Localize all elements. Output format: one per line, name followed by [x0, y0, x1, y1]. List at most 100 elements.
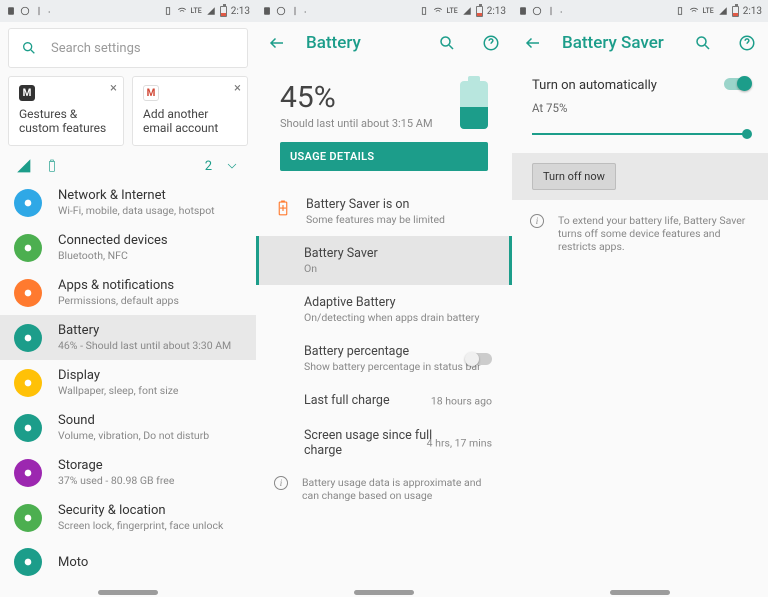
category-icon [14, 414, 42, 442]
help-button[interactable] [482, 34, 500, 52]
arrow-back-icon [268, 34, 286, 52]
auto-label: Turn on automatically [532, 78, 748, 93]
suggestion-gestures[interactable]: × M Gestures & custom features [8, 76, 124, 146]
status-bar: ⸱ LTE 2:13 [0, 0, 256, 22]
info-text: To extend your battery life, Battery Sav… [558, 214, 750, 253]
condition-row[interactable]: 2 [0, 154, 256, 180]
settings-screen: ⸱ LTE 2:13 Search settings × M Gestures … [0, 0, 256, 597]
notice-title: Battery Saver is on [306, 197, 445, 212]
category-icon [14, 234, 42, 262]
last-full-charge-row: Last full charge 18 hours ago [256, 383, 512, 418]
item-sub: Screen lock, fingerprint, face unlock [58, 519, 223, 532]
category-icon [14, 279, 42, 307]
close-icon[interactable]: × [234, 81, 241, 96]
category-icon [14, 369, 42, 397]
suggestion-label: Add another email account [143, 107, 237, 135]
vibrate-icon [163, 6, 173, 16]
item-sub: 37% used - 80.98 GB free [58, 474, 174, 487]
wifi-icon [177, 6, 187, 16]
nav-handle[interactable] [610, 590, 670, 595]
item-title: Sound [58, 413, 209, 428]
nav-handle[interactable] [98, 590, 158, 595]
settings-item-security-location[interactable]: Security & locationScreen lock, fingerpr… [0, 495, 256, 540]
settings-item-apps-notifications[interactable]: Apps & notificationsPermissions, default… [0, 270, 256, 315]
settings-item-battery[interactable]: Battery46% - Should last until about 3:3… [0, 315, 256, 360]
item-title: Battery [58, 323, 231, 338]
search-placeholder: Search settings [51, 41, 141, 56]
row-value: 4 hrs, 17 mins [427, 437, 492, 450]
battery-saver-icon [274, 197, 292, 219]
moto-logo-icon: M [19, 85, 35, 101]
signal-icon [206, 6, 216, 16]
turn-off-button[interactable]: Turn off now [532, 163, 616, 190]
battery-saver-row[interactable]: Battery Saver On [256, 236, 512, 285]
item-sub: Volume, vibration, Do not disturb [58, 429, 209, 442]
item-title: Display [58, 368, 178, 383]
row-title: Battery percentage [304, 344, 488, 359]
nav-handle[interactable] [354, 590, 414, 595]
back-button[interactable] [524, 34, 542, 52]
help-button[interactable] [738, 34, 756, 52]
sim-icon [6, 6, 16, 16]
whatsapp-icon [20, 6, 30, 16]
footer-text: Battery usage data is approximate and ca… [302, 476, 494, 502]
screen-usage-row: Screen usage since full charge 4 hrs, 17… [256, 418, 512, 468]
settings-item-sound[interactable]: SoundVolume, vibration, Do not disturb [0, 405, 256, 450]
battery-percentage-row[interactable]: Battery percentage Show battery percenta… [256, 334, 512, 383]
item-sub: Permissions, default apps [58, 294, 179, 307]
turnoff-bar: Turn off now [512, 153, 768, 200]
usage-details-button[interactable]: USAGE DETAILS [280, 142, 488, 171]
suggestion-label: Gestures & custom features [19, 107, 113, 135]
search-icon [21, 40, 37, 56]
search-button[interactable] [438, 34, 456, 52]
back-button[interactable] [268, 34, 286, 52]
row-sub: Show battery percentage in status bar [304, 360, 488, 373]
auto-toggle[interactable] [724, 78, 750, 90]
arrow-back-icon [524, 34, 542, 52]
suggestion-email[interactable]: × M Add another email account [132, 76, 248, 146]
help-icon [482, 34, 500, 52]
page-title: Battery [306, 33, 418, 53]
suggestion-row: × M Gestures & custom features × M Add a… [0, 76, 256, 154]
battery-estimate: Should last until about 3:15 AM [280, 117, 440, 130]
row-title: Battery Saver [304, 246, 485, 261]
battery-icon [220, 6, 227, 17]
close-icon[interactable]: × [110, 81, 117, 96]
saver-notice[interactable]: Battery Saver is on Some features may be… [256, 187, 512, 236]
settings-item-network-internet[interactable]: Network & InternetWi-Fi, mobile, data us… [0, 180, 256, 225]
clock: 2:13 [231, 6, 250, 17]
adaptive-battery-row[interactable]: Adaptive Battery On/detecting when apps … [256, 285, 512, 334]
condition-count: 2 [205, 159, 212, 174]
status-bar: ⸱ LTE 2:13 [512, 0, 768, 22]
threshold-slider[interactable] [532, 133, 748, 135]
settings-item-connected-devices[interactable]: Connected devicesBluetooth, NFC [0, 225, 256, 270]
item-title: Network & Internet [58, 188, 215, 203]
pin-icon [34, 6, 44, 16]
settings-item-storage[interactable]: Storage37% used - 80.98 GB free [0, 450, 256, 495]
row-value: 18 hours ago [431, 394, 492, 407]
notice-sub: Some features may be limited [306, 213, 445, 226]
search-button[interactable] [694, 34, 712, 52]
status-bar: ⸱ LTE 2:13 [256, 0, 512, 22]
row-sub: On/detecting when apps drain battery [304, 311, 488, 324]
row-title: Adaptive Battery [304, 295, 488, 310]
auto-on-row[interactable]: Turn on automatically At 75% [512, 64, 768, 119]
category-icon [14, 504, 42, 532]
settings-item-moto[interactable]: Moto [0, 540, 256, 584]
search-settings[interactable]: Search settings [8, 28, 248, 68]
info-note: i To extend your battery life, Battery S… [512, 200, 768, 267]
auto-value: At 75% [532, 101, 748, 115]
item-title: Storage [58, 458, 174, 473]
item-sub: 46% - Should last until about 3:30 AM [58, 339, 231, 352]
settings-item-display[interactable]: DisplayWallpaper, sleep, font size [0, 360, 256, 405]
help-icon [738, 34, 756, 52]
search-icon [694, 34, 712, 52]
category-icon [14, 324, 42, 352]
battery-large-icon [460, 81, 488, 129]
footer-note: i Battery usage data is approximate and … [256, 468, 512, 502]
settings-list: Network & InternetWi-Fi, mobile, data us… [0, 180, 256, 597]
battery-percent: 45% [280, 80, 440, 115]
battery-percentage-toggle[interactable] [466, 353, 492, 365]
gmail-icon: M [143, 85, 159, 101]
row-sub: On [304, 262, 485, 275]
